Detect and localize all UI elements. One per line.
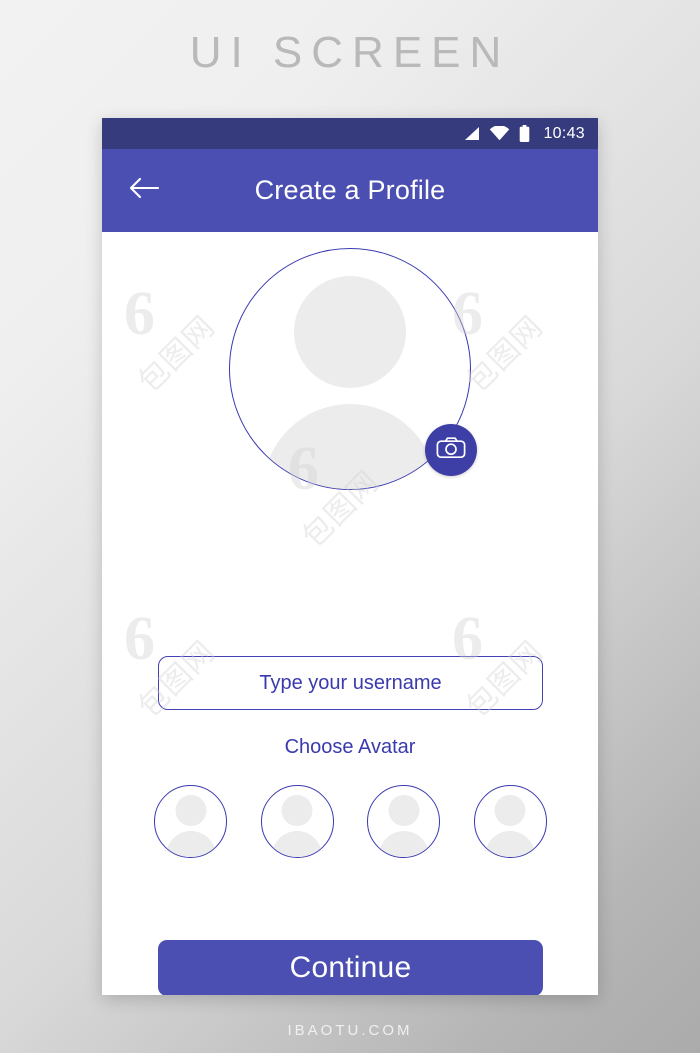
status-bar-clock: 10:43: [543, 124, 585, 142]
profile-avatar-area: [229, 248, 477, 490]
person-placeholder-icon: [175, 795, 206, 826]
app-bar-title: Create a Profile: [254, 175, 446, 205]
person-placeholder-body: [378, 831, 429, 857]
choose-avatar-label: Choose Avatar: [284, 736, 416, 758]
wifi-icon: [489, 126, 510, 141]
phone-screen: 10:43 Create a Profile Type your usernam…: [102, 118, 598, 995]
person-placeholder-body: [272, 831, 323, 857]
person-placeholder-icon: [494, 795, 526, 826]
screen-content: Choose Avatar Continue: [102, 232, 598, 995]
avatar-option-4[interactable]: [473, 785, 547, 858]
back-arrow-icon: [129, 177, 160, 204]
status-bar: 10:43: [102, 118, 598, 149]
avatar-option-2[interactable]: [260, 785, 334, 858]
site-footer: IBAOTU.COM: [287, 1022, 413, 1039]
battery-icon: [519, 125, 530, 142]
avatar-option-1[interactable]: [154, 785, 227, 858]
camera-icon: [436, 436, 466, 465]
person-placeholder-body: [485, 831, 536, 857]
status-bar-icons: 10:43: [462, 125, 585, 143]
avatar-option-3[interactable]: [367, 785, 441, 858]
continue-button[interactable]: Continue: [158, 940, 543, 995]
app-bar: Create a Profile: [102, 149, 598, 232]
back-button[interactable]: [124, 171, 164, 211]
person-placeholder-icon: [281, 795, 313, 826]
signal-icon: [462, 126, 480, 141]
person-placeholder-body: [263, 404, 437, 489]
person-placeholder-icon: [294, 276, 406, 388]
page-title: UI SCREEN: [189, 28, 511, 77]
person-placeholder-body: [165, 831, 216, 857]
camera-button[interactable]: [425, 424, 477, 476]
person-placeholder-icon: [388, 795, 420, 826]
avatar-options-row: [154, 785, 547, 858]
username-input[interactable]: [158, 656, 543, 710]
